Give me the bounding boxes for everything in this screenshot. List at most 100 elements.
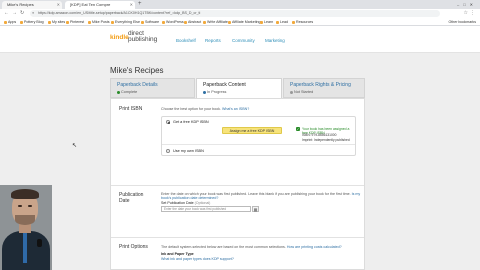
bookmark-icon	[111, 20, 114, 24]
radio-own-isbn[interactable]	[166, 149, 170, 153]
step-label: Paperback Details	[117, 82, 158, 88]
bookmark-icon	[88, 20, 91, 24]
not-started-icon	[290, 90, 293, 94]
step-status: In Progress	[203, 90, 281, 94]
forward-icon[interactable]: →	[12, 9, 17, 18]
bookmark-icon	[141, 20, 144, 24]
tab-paperback-details[interactable]: Paperback Details Complete	[110, 78, 195, 98]
mouse-cursor-icon: ↖	[72, 143, 78, 149]
step-status: Not Started	[290, 90, 364, 94]
bookmark-icon	[20, 20, 23, 24]
bookmark-icon	[292, 20, 295, 24]
step-tabs: Paperback Details Complete Paperback Con…	[110, 78, 365, 99]
bookmark-item[interactable]: Everything Else	[111, 18, 140, 26]
nav-community[interactable]: Community	[232, 38, 255, 43]
isbn-value: ISBN: 979-8656131000	[302, 133, 337, 137]
presenter-hair	[11, 189, 39, 199]
presenter-lanyard	[23, 233, 27, 263]
calendar-icon[interactable]: ▦	[252, 206, 259, 212]
print-options-desc: The default system-selected below are ba…	[161, 245, 342, 249]
window-controls[interactable]: –□✕	[457, 0, 477, 9]
isbn-options-box: Get a free KDP ISBN Assign me a free KDP…	[161, 116, 356, 156]
close-tab-icon[interactable]: ✕	[57, 1, 60, 9]
bookmark-icon	[260, 20, 263, 24]
step-status: Complete	[117, 90, 194, 94]
bookmark-icon	[66, 20, 69, 24]
url-text: https://kdp.amazon.com/en_US/title-setup…	[38, 11, 201, 15]
imprint-value: Imprint: Independently published	[302, 138, 350, 142]
bookmark-item[interactable]: Pottery Blog	[20, 18, 44, 26]
pub-date-section-label: Publication Date	[119, 192, 144, 204]
nav-marketing[interactable]: Marketing	[265, 38, 285, 43]
isbn-help-link[interactable]: What's an ISBN?	[222, 107, 249, 111]
kdp-logo-kindle[interactable]: kindle	[110, 34, 129, 41]
microphone-icon	[37, 239, 42, 247]
ink-paper-label: Ink and Paper Type	[161, 252, 194, 256]
bookmark-item[interactable]: Learn	[260, 18, 273, 26]
bookmark-item[interactable]: Abstract	[184, 18, 201, 26]
bookmark-icon	[184, 20, 187, 24]
webcam-overlay	[0, 185, 52, 270]
bookmark-item[interactable]: Pinterest	[66, 18, 84, 26]
bookmark-item[interactable]: Write Affiliate	[203, 18, 228, 26]
tab-title: [KDP] Eat Ten Compre	[70, 2, 111, 7]
main-content: Mike's Recipes Paperback Details Complet…	[0, 53, 480, 270]
bookmark-icon	[203, 20, 206, 24]
complete-icon	[117, 90, 120, 94]
content-panel: Print ISBN Choose the best option for yo…	[110, 98, 365, 270]
browser-tab-strip: Mike's Recipes ✕ [KDP] Eat Ten Compre ✕ …	[0, 0, 480, 9]
tab-title: Mike's Recipes	[7, 2, 34, 7]
bookmark-item[interactable]: Resources	[292, 18, 313, 26]
bookmark-icon	[4, 20, 7, 24]
back-icon[interactable]: ←	[4, 9, 9, 18]
bookmark-icon	[228, 20, 231, 24]
nav-reports[interactable]: Reports	[205, 38, 221, 43]
new-tab-button[interactable]: +	[138, 0, 142, 9]
bookmark-item[interactable]: My sites	[48, 18, 65, 26]
browser-tab-active[interactable]: [KDP] Eat Ten Compre ✕	[65, 1, 135, 9]
address-bar: ← → ↻ ● https://kdp.amazon.com/en_US/tit…	[0, 9, 480, 18]
ink-paper-help-link[interactable]: What ink and paper types does KDP suppor…	[161, 257, 234, 261]
bookmark-item[interactable]: Mike Posts	[88, 18, 110, 26]
bookmark-item[interactable]: Software	[141, 18, 159, 26]
section-divider	[111, 185, 364, 186]
printing-costs-link[interactable]: How are printing costs calculated?	[287, 245, 342, 249]
close-tab-icon[interactable]: ✕	[130, 1, 133, 9]
pub-date-desc: Enter the date on which your book was fi…	[161, 192, 361, 200]
check-icon: ✓	[296, 127, 300, 131]
presenter-eye	[18, 205, 22, 207]
section-divider	[111, 237, 364, 238]
bookmark-icon	[276, 20, 279, 24]
bookmark-item[interactable]: Apps	[4, 18, 16, 26]
presenter-eye	[28, 205, 32, 207]
pub-date-field-label: Set Publication Date (Optional)	[161, 201, 211, 205]
reload-icon[interactable]: ↻	[20, 9, 24, 18]
bookmark-item[interactable]: Affiliate Marketing	[228, 18, 261, 26]
isbn-section-label: Print ISBN	[119, 106, 143, 112]
bookmark-item[interactable]: WordPress	[162, 18, 184, 26]
lock-icon: ●	[32, 11, 35, 15]
bookmark-icon	[48, 20, 51, 24]
option-free-isbn-label: Get a free KDP ISBN	[173, 120, 209, 124]
assign-isbn-button[interactable]: Assign me a free KDP ISBN	[222, 127, 282, 134]
pub-date-input[interactable]: Enter the date your book was first publi…	[161, 206, 251, 212]
url-input[interactable]: ● https://kdp.amazon.com/en_US/title-set…	[30, 10, 440, 17]
tab-paperback-rights-pricing[interactable]: Paperback Rights & Pricing Not Started	[283, 78, 365, 98]
nav-bookshelf[interactable]: Bookshelf	[176, 38, 196, 43]
browser-menu-icons[interactable]: ☆⋮	[464, 9, 477, 18]
bookmarks-bar: Apps Pottery Blog My sites Pinterest Mik…	[0, 18, 480, 26]
step-label: Paperback Rights & Pricing	[290, 82, 351, 88]
tab-paperback-content[interactable]: Paperback Content In Progress	[196, 78, 282, 99]
option-divider	[162, 144, 355, 145]
step-label: Paperback Content	[203, 82, 246, 88]
isbn-desc: Choose the best option for your book. Wh…	[161, 107, 250, 111]
bookmark-item[interactable]: Lead	[276, 18, 288, 26]
presenter-beard	[15, 215, 35, 225]
print-options-section-label: Print Options	[119, 244, 148, 250]
browser-tab[interactable]: Mike's Recipes ✕	[2, 1, 62, 9]
in-progress-icon	[203, 90, 206, 94]
kdp-logo-dp[interactable]: direct publishing	[128, 30, 157, 43]
other-bookmarks[interactable]: Other bookmarks	[448, 18, 476, 26]
bookmark-icon	[162, 20, 165, 24]
radio-free-isbn[interactable]	[166, 120, 170, 124]
